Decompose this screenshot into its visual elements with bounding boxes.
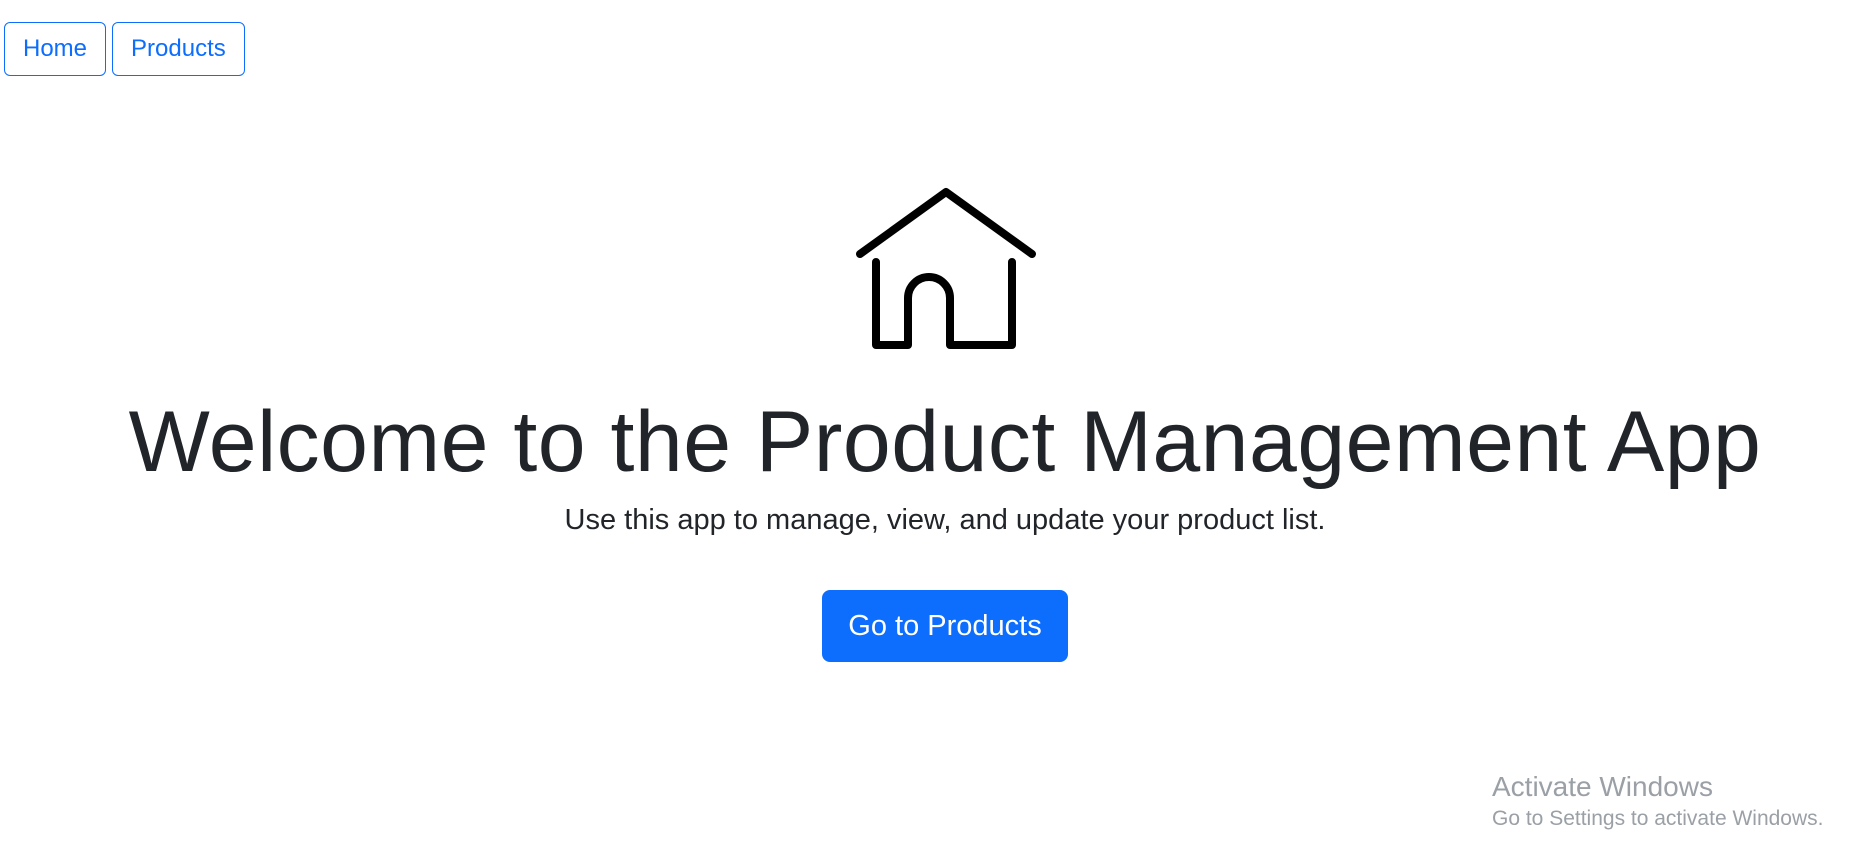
activate-windows-title: Activate Windows [1492,771,1713,802]
top-nav: Home Products [4,22,245,76]
page-title: Welcome to the Product Management App [128,394,1762,490]
home-icon [856,188,1036,349]
go-to-products-button[interactable]: Go to Products [822,590,1068,662]
nav-products-button[interactable]: Products [112,22,245,76]
activate-windows-watermark: Activate Windows Go to Settings to activ… [1492,770,1824,834]
nav-home-button[interactable]: Home [4,22,107,76]
page-subtitle: Use this app to manage, view, and update… [564,504,1326,536]
activate-windows-subtitle: Go to Settings to activate Windows. [1492,807,1824,830]
cta-container: Go to Products [0,590,1855,662]
page: Home Products Welcome to the Product Man… [0,0,1855,860]
